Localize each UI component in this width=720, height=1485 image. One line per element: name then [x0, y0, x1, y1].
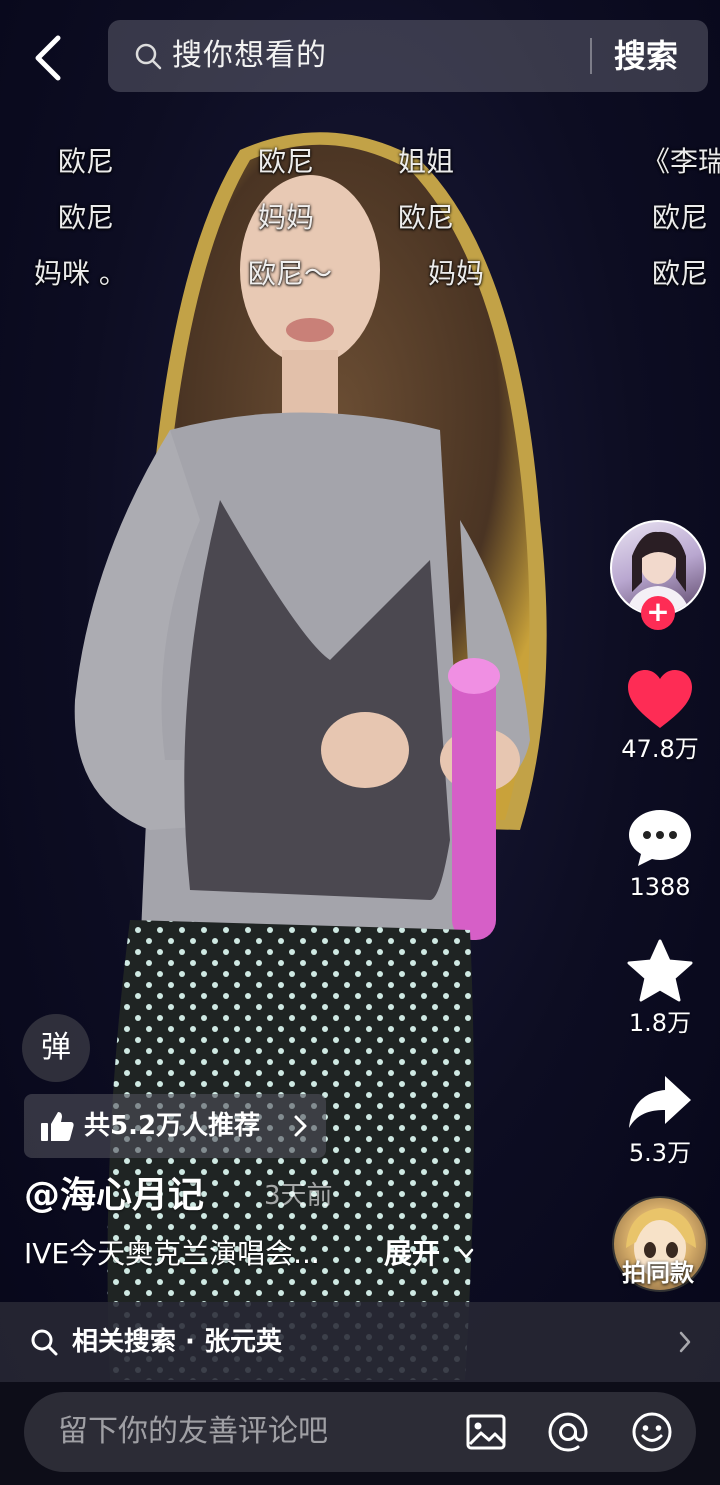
comment-button[interactable]: 1388	[612, 806, 708, 902]
recommend-text: 共5.2万人推荐	[84, 1111, 261, 1141]
post-time: 3天前	[264, 1181, 333, 1211]
favorite-count: 1.8万	[628, 1009, 692, 1037]
expand-caption-button[interactable]: 展开	[384, 1234, 440, 1274]
danmaku-comment: 妈咪 。	[34, 257, 127, 290]
danmaku-comment: 欧尼	[398, 201, 455, 234]
comment-count: 1388	[629, 873, 691, 901]
recommend-pill[interactable]: 共5.2万人推荐	[24, 1094, 326, 1158]
search-bar[interactable]: 搜你想看的 搜索	[108, 20, 708, 92]
thumbs-up-icon	[41, 1112, 74, 1141]
danmaku-comment: 欧尼	[652, 257, 709, 290]
like-count: 47.8万	[621, 735, 699, 763]
danmaku-comment: 姐姐	[398, 145, 455, 178]
chevron-right-icon	[294, 1115, 307, 1137]
back-button[interactable]	[26, 30, 74, 86]
search-icon	[135, 43, 162, 70]
danmaku-comment: 欧尼～	[248, 257, 333, 290]
at-mention-icon[interactable]	[546, 1410, 590, 1454]
search-placeholder: 搜你想看的	[172, 38, 327, 73]
share-count: 5.3万	[628, 1139, 692, 1167]
comment-bar: 留下你的友善评论吧	[0, 1382, 720, 1485]
favorite-button[interactable]: 1.8万	[612, 938, 708, 1038]
image-icon[interactable]	[464, 1410, 508, 1454]
comment-placeholder: 留下你的友善评论吧	[58, 1414, 328, 1449]
related-search-bar[interactable]: 相关搜索 · 张元英	[0, 1302, 720, 1382]
danmaku-comment: 欧尼	[58, 201, 115, 234]
chevron-right-icon	[679, 1331, 691, 1353]
chevron-down-icon	[458, 1248, 474, 1259]
author-avatar-button[interactable]: +	[610, 520, 706, 630]
danmaku-toggle-button[interactable]: 弹	[22, 1014, 90, 1082]
search-icon	[31, 1329, 58, 1356]
danmaku-comment: 妈妈	[258, 201, 315, 234]
danmaku-comment: 《李瑞	[642, 145, 720, 178]
follow-button[interactable]: +	[641, 596, 675, 630]
share-button[interactable]: 5.3万	[612, 1072, 708, 1168]
author-name[interactable]: @海心月记	[24, 1172, 204, 1220]
share-arrow-icon	[629, 1076, 691, 1128]
comment-input[interactable]: 留下你的友善评论吧	[24, 1392, 696, 1472]
heart-icon	[628, 670, 692, 728]
search-divider	[590, 38, 592, 74]
danmaku-comment: 欧尼	[58, 145, 115, 178]
video-caption: IVE今天奥克兰演唱会...	[24, 1237, 320, 1270]
like-button[interactable]: 47.8万	[612, 668, 708, 764]
danmaku-comment: 妈妈	[428, 257, 485, 290]
make-same-label[interactable]: 拍同款	[612, 1258, 704, 1288]
emoji-icon[interactable]	[630, 1410, 674, 1454]
chevron-left-icon	[35, 35, 61, 81]
comment-bubble-icon	[629, 810, 691, 866]
danmaku-comment: 欧尼	[652, 201, 709, 234]
search-button[interactable]: 搜索	[614, 34, 678, 78]
danmaku-comment: 欧尼	[258, 145, 315, 178]
related-search-text: 相关搜索 · 张元英	[72, 1327, 282, 1357]
star-icon	[627, 939, 693, 1002]
